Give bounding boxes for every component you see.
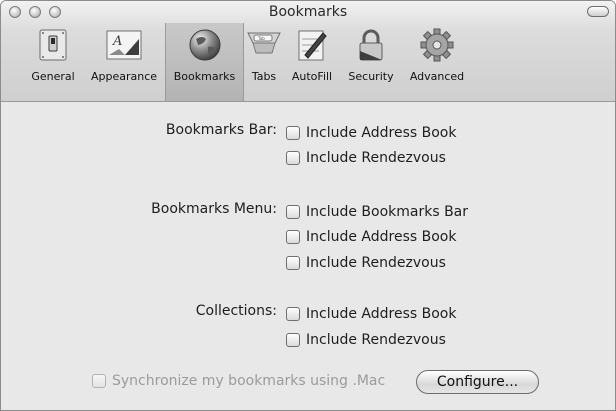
configure-button[interactable]: Configure...: [416, 370, 539, 394]
bookmarks-menu-include-address-book[interactable]: Include Address Book: [286, 226, 456, 248]
checkbox[interactable]: [286, 230, 300, 244]
autofill-pen-icon: [298, 30, 327, 61]
tab-bookmarks-label: Bookmarks: [173, 70, 236, 83]
toolbar-toggle-button[interactable]: [587, 6, 609, 17]
checkbox[interactable]: [286, 307, 300, 321]
sync-mac-option[interactable]: Synchronize my bookmarks using .Mac: [92, 373, 385, 389]
appearance-font-icon: A: [106, 30, 142, 60]
checkbox[interactable]: [286, 126, 300, 140]
tab-tabs[interactable]: Tab Tabs: [244, 23, 284, 101]
tabs-icon: Tab: [247, 32, 281, 54]
tab-security[interactable]: Security: [340, 23, 402, 101]
tab-security-label: Security: [348, 70, 394, 83]
bookmarks-menu-include-bookmarks-bar[interactable]: Include Bookmarks Bar: [286, 201, 468, 223]
tab-general-label: General: [31, 70, 75, 83]
sync-checkbox[interactable]: [92, 374, 106, 388]
bookmarks-bar-include-address-book[interactable]: Include Address Book: [286, 122, 456, 144]
collections-include-address-book[interactable]: Include Address Book: [286, 303, 456, 325]
title-bar[interactable]: Bookmarks: [1, 1, 615, 23]
lock-icon: [359, 29, 383, 61]
gear-icon: [420, 28, 454, 62]
bookmarks-bar-include-rendezvous[interactable]: Include Rendezvous: [286, 147, 446, 169]
checkbox[interactable]: [286, 333, 300, 347]
svg-text:A: A: [112, 34, 122, 49]
tab-advanced-label: Advanced: [409, 70, 465, 83]
tab-general[interactable]: General: [23, 23, 83, 101]
tab-tabs-label: Tabs: [251, 70, 277, 83]
preferences-toolbar: General A Appearance Bookmarks Tab Tabs …: [23, 23, 472, 101]
tab-appearance-label: Appearance: [90, 70, 158, 83]
sync-label: Synchronize my bookmarks using .Mac: [112, 373, 386, 389]
bookmarks-menu-include-rendezvous[interactable]: Include Rendezvous: [286, 252, 446, 274]
bookmarks-bar-label: Bookmarks Bar:: [165, 122, 277, 138]
checkbox[interactable]: [286, 151, 300, 165]
globe-icon: [189, 29, 220, 61]
window-title: Bookmarks: [268, 4, 348, 20]
checkbox[interactable]: [286, 256, 300, 270]
collections-include-rendezvous[interactable]: Include Rendezvous: [286, 329, 446, 351]
bookmarks-preferences-pane: Bookmarks Bar: Include Address Book Incl…: [1, 102, 615, 410]
bookmarks-menu-label: Bookmarks Menu:: [151, 201, 277, 217]
general-switch-icon: [39, 29, 67, 61]
checkbox[interactable]: [286, 205, 300, 219]
preferences-window: Bookmarks General A Appearance Bookmarks…: [0, 0, 616, 411]
tab-appearance[interactable]: A Appearance: [83, 23, 165, 101]
window-chrome: Bookmarks General A Appearance Bookmarks…: [1, 1, 615, 102]
svg-text:Tab: Tab: [257, 36, 265, 41]
tab-autofill[interactable]: AutoFill: [284, 23, 340, 101]
collections-label: Collections:: [195, 303, 277, 319]
tab-advanced[interactable]: Advanced: [402, 23, 472, 101]
tab-autofill-label: AutoFill: [291, 70, 333, 83]
tab-bookmarks[interactable]: Bookmarks: [165, 23, 244, 101]
